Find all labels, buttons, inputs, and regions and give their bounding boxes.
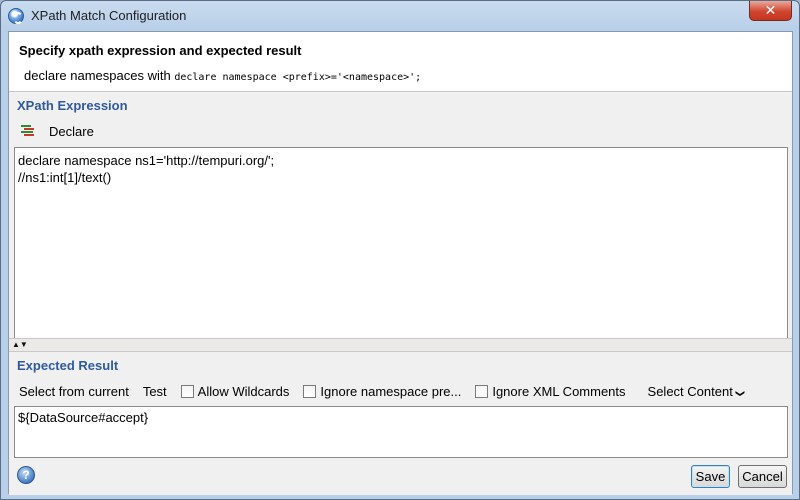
ignore-xml-comments-option[interactable]: Ignore XML Comments [475, 383, 626, 399]
ignore-namespace-option[interactable]: Ignore namespace pre... [303, 384, 461, 399]
allow-wildcards-checkbox[interactable] [180, 384, 194, 398]
allow-wildcards-option[interactable]: Allow Wildcards [180, 383, 290, 399]
expected-section-title: Expected Result [17, 358, 119, 373]
save-button[interactable]: Save [691, 465, 730, 488]
ignore-namespace-checkbox[interactable] [303, 384, 317, 398]
cancel-button[interactable]: Cancel [738, 465, 787, 488]
select-content-label: Select Content [647, 383, 733, 399]
close-button[interactable]: ✕ [749, 1, 792, 21]
xpath-expression-panel: XPath Expression Declare declare namespa… [9, 92, 792, 351]
help-icon: ? [22, 468, 30, 482]
window-title: XPath Match Configuration [31, 8, 187, 23]
declare-button[interactable]: Declare [17, 121, 98, 141]
close-icon: ✕ [764, 2, 777, 18]
app-icon [8, 8, 24, 24]
declare-label: Declare [49, 123, 94, 139]
xpath-expression-editor[interactable]: declare namespace ns1='http://tempuri.or… [14, 147, 788, 339]
test-button[interactable]: Test [143, 384, 167, 399]
description-header: Specify xpath expression and expected re… [9, 32, 792, 92]
expected-result-panel: Expected Result Select from current Test… [9, 352, 792, 495]
ignore-namespace-label: Ignore namespace pre... [320, 383, 462, 399]
allow-wildcards-label: Allow Wildcards [197, 383, 290, 399]
split-arrows-icon[interactable]: ▲▼ [12, 340, 28, 350]
title-bar[interactable]: XPath Match Configuration ✕ [1, 1, 799, 31]
select-from-current-button[interactable]: Select from current [19, 384, 129, 399]
help-button[interactable]: ? [17, 466, 35, 484]
dialog-content: Specify xpath expression and expected re… [8, 31, 793, 495]
expected-toolbar: Select from current Test Allow Wildcards… [19, 382, 789, 400]
dialog-window: XPath Match Configuration ✕ Specify xpat… [0, 0, 800, 500]
ignore-xml-comments-label: Ignore XML Comments [492, 383, 626, 399]
ignore-xml-comments-checkbox[interactable] [475, 384, 489, 398]
expected-result-editor[interactable]: ${DataSource#accept} [14, 406, 788, 458]
declare-namespace-icon [21, 125, 35, 137]
header-description-code: declare namespace <prefix>='<namespace>'… [174, 72, 422, 83]
header-title: Specify xpath expression and expected re… [19, 43, 302, 58]
header-description: declare namespaces with declare namespac… [24, 68, 421, 83]
xpath-section-title: XPath Expression [17, 98, 128, 113]
select-content-dropdown[interactable]: Select Content ❯ [647, 383, 746, 399]
split-pane-divider[interactable]: ▲▼ [9, 338, 792, 352]
header-description-text: declare namespaces with [24, 68, 171, 83]
chevron-down-icon: ❯ [735, 389, 746, 397]
